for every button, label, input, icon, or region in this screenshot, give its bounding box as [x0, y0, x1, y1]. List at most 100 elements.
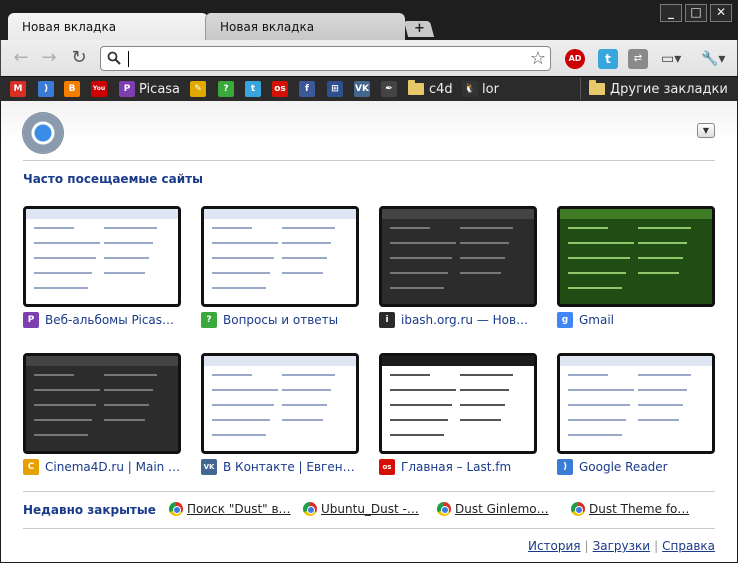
most-visited-link[interactable]: VK В Контакте | Евгений… [201, 459, 359, 475]
thumbnail-text-line [282, 257, 327, 259]
thumbnail-text-line [212, 389, 278, 391]
most-visited-link[interactable]: i ibash.org.ru — Новы… [379, 312, 537, 328]
bookmark-rss[interactable]: ) [38, 80, 58, 98]
plus-icon: + [413, 21, 425, 36]
bookmark-question[interactable]: ? [218, 80, 238, 98]
new-tab-page: ▼ Часто посещаемые сайты P Веб-альбомы Pi… [1, 101, 737, 562]
bookmark-lastfm[interactable]: os [272, 80, 292, 98]
forward-button[interactable]: → [37, 47, 61, 69]
wrench-menu-button[interactable]: 🔧▾ [701, 49, 729, 69]
tab-new-tab-1[interactable]: Новая вкладка [8, 13, 208, 40]
bookmark-blogger[interactable]: B [64, 80, 84, 98]
footer-separator: | [654, 539, 659, 553]
lastfm-icon: os [272, 81, 288, 97]
bookmark-vk[interactable]: VK [354, 80, 374, 98]
page-menu-button[interactable]: ▭▾ [661, 49, 689, 69]
footer-separator: | [584, 539, 589, 553]
downloads-link[interactable]: Загрузки [593, 539, 651, 553]
thumbnail-text-line [34, 419, 92, 421]
youtube-icon: You [91, 81, 107, 97]
chrome-favicon-icon [437, 502, 451, 516]
most-visited-thumbnail[interactable] [379, 353, 537, 454]
thumbnail-text-line [460, 272, 501, 274]
star-icon[interactable]: ☆ [530, 48, 546, 69]
thumbnail-text-line [390, 272, 448, 274]
most-visited-thumbnail[interactable] [23, 206, 181, 307]
back-arrow-icon: ← [13, 47, 29, 68]
most-visited-link[interactable]: os Главная – Last.fm [379, 459, 537, 475]
most-visited-thumbnail[interactable] [557, 206, 715, 307]
recently-closed-label: Dust Theme fo… [589, 502, 690, 516]
bookmark-friendfeed[interactable]: ⊞ [327, 80, 347, 98]
other-bookmarks-button[interactable]: Другие закладки [589, 80, 728, 98]
thumbnail-text-line [212, 242, 278, 244]
thumbnail-text-line [460, 374, 513, 376]
thumbnail-text-line [34, 257, 96, 259]
thumbnail-header [560, 356, 712, 366]
bookmark-twitter[interactable]: t [245, 80, 265, 98]
bookmark-youtube[interactable]: You [91, 80, 111, 98]
rss-icon: ) [38, 81, 54, 97]
thumbnail-text-line [104, 242, 153, 244]
thumbnail-text-line [638, 389, 687, 391]
delicious-icon: ✎ [190, 81, 206, 97]
most-visited-thumbnail[interactable] [379, 206, 537, 307]
translate-extension-icon[interactable]: ⇄ [628, 49, 648, 69]
bookmark-picasa[interactable]: P Picasa [119, 80, 180, 98]
address-input[interactable] [127, 50, 517, 67]
bookmark-facebook[interactable]: f [299, 80, 319, 98]
toolbar: ← → ↻ ☆ AD t ⇄ ▭▾ 🔧▾ [0, 40, 738, 76]
most-visited-link[interactable]: ? Вопросы и ответы [201, 312, 359, 328]
thumbnail-text-line [282, 404, 327, 406]
recently-closed-item[interactable]: Поиск "Dust" в… [169, 502, 291, 516]
history-link[interactable]: История [528, 539, 581, 553]
recently-closed-item[interactable]: Dust Ginlemo… [437, 502, 549, 516]
most-visited-link[interactable]: g Gmail [557, 312, 715, 328]
friendfeed-icon: ⊞ [327, 81, 343, 97]
blogger-icon: B [64, 81, 80, 97]
feather-icon: ✒ [381, 81, 397, 97]
lastfm-icon: os [379, 459, 395, 475]
twitter-extension-icon[interactable]: t [598, 49, 618, 69]
most-visited-link[interactable]: ) Google Reader [557, 459, 715, 475]
thumbnail-text-line [212, 272, 270, 274]
adblock-icon[interactable]: AD [565, 49, 585, 69]
thumbnail-text-line [390, 242, 456, 244]
help-link[interactable]: Справка [662, 539, 715, 553]
close-icon: ✕ [715, 5, 727, 19]
most-visited-title: В Контакте | Евгений… [223, 460, 359, 474]
most-visited-thumbnail[interactable] [201, 353, 359, 454]
most-visited-title: ibash.org.ru — Новы… [401, 313, 537, 327]
thumbnail-header [560, 209, 712, 219]
page-options-button[interactable]: ▼ [697, 123, 715, 138]
bookmark-folder[interactable]: c4d [408, 80, 453, 98]
thumbnail-text-line [390, 404, 452, 406]
tab-new-tab-2[interactable]: Новая вкладка [205, 13, 405, 40]
back-button[interactable]: ← [9, 47, 33, 69]
vk-icon: VK [201, 459, 217, 475]
most-visited-thumbnail[interactable] [201, 206, 359, 307]
bookmark-tux[interactable]: 🐧 lor [462, 80, 499, 98]
close-window-button[interactable]: ✕ [710, 4, 732, 22]
recently-closed-item[interactable]: Dust Theme fo… [571, 502, 689, 516]
bookmark-delicious[interactable]: ✎ [190, 80, 210, 98]
most-visited-link[interactable]: C Cinema4D.ru | Main … [23, 459, 181, 475]
wrench-icon: 🔧▾ [701, 51, 726, 67]
bookmark-feather[interactable]: ✒ [381, 80, 401, 98]
thumbnail-text-line [460, 404, 505, 406]
thumbnail-text-line [568, 434, 622, 436]
most-visited-thumbnail[interactable] [23, 353, 181, 454]
recently-closed-item[interactable]: Ubuntu_Dust -… [303, 502, 419, 516]
thumbnail-text-line [638, 272, 679, 274]
bookmark-gmail[interactable]: M [10, 80, 30, 98]
most-visited-link[interactable]: P Веб-альбомы Picas… [23, 312, 181, 328]
omnibox[interactable]: ☆ [100, 46, 551, 71]
thumbnail-text-line [212, 404, 274, 406]
most-visited-thumbnail[interactable] [557, 353, 715, 454]
maximize-button[interactable]: □ [685, 4, 707, 22]
new-tab-button[interactable]: + [403, 21, 435, 37]
thumbnail-text-line [212, 257, 274, 259]
minimize-button[interactable]: _ [660, 4, 682, 22]
reload-button[interactable]: ↻ [67, 47, 91, 69]
thumbnail-text-line [212, 434, 266, 436]
